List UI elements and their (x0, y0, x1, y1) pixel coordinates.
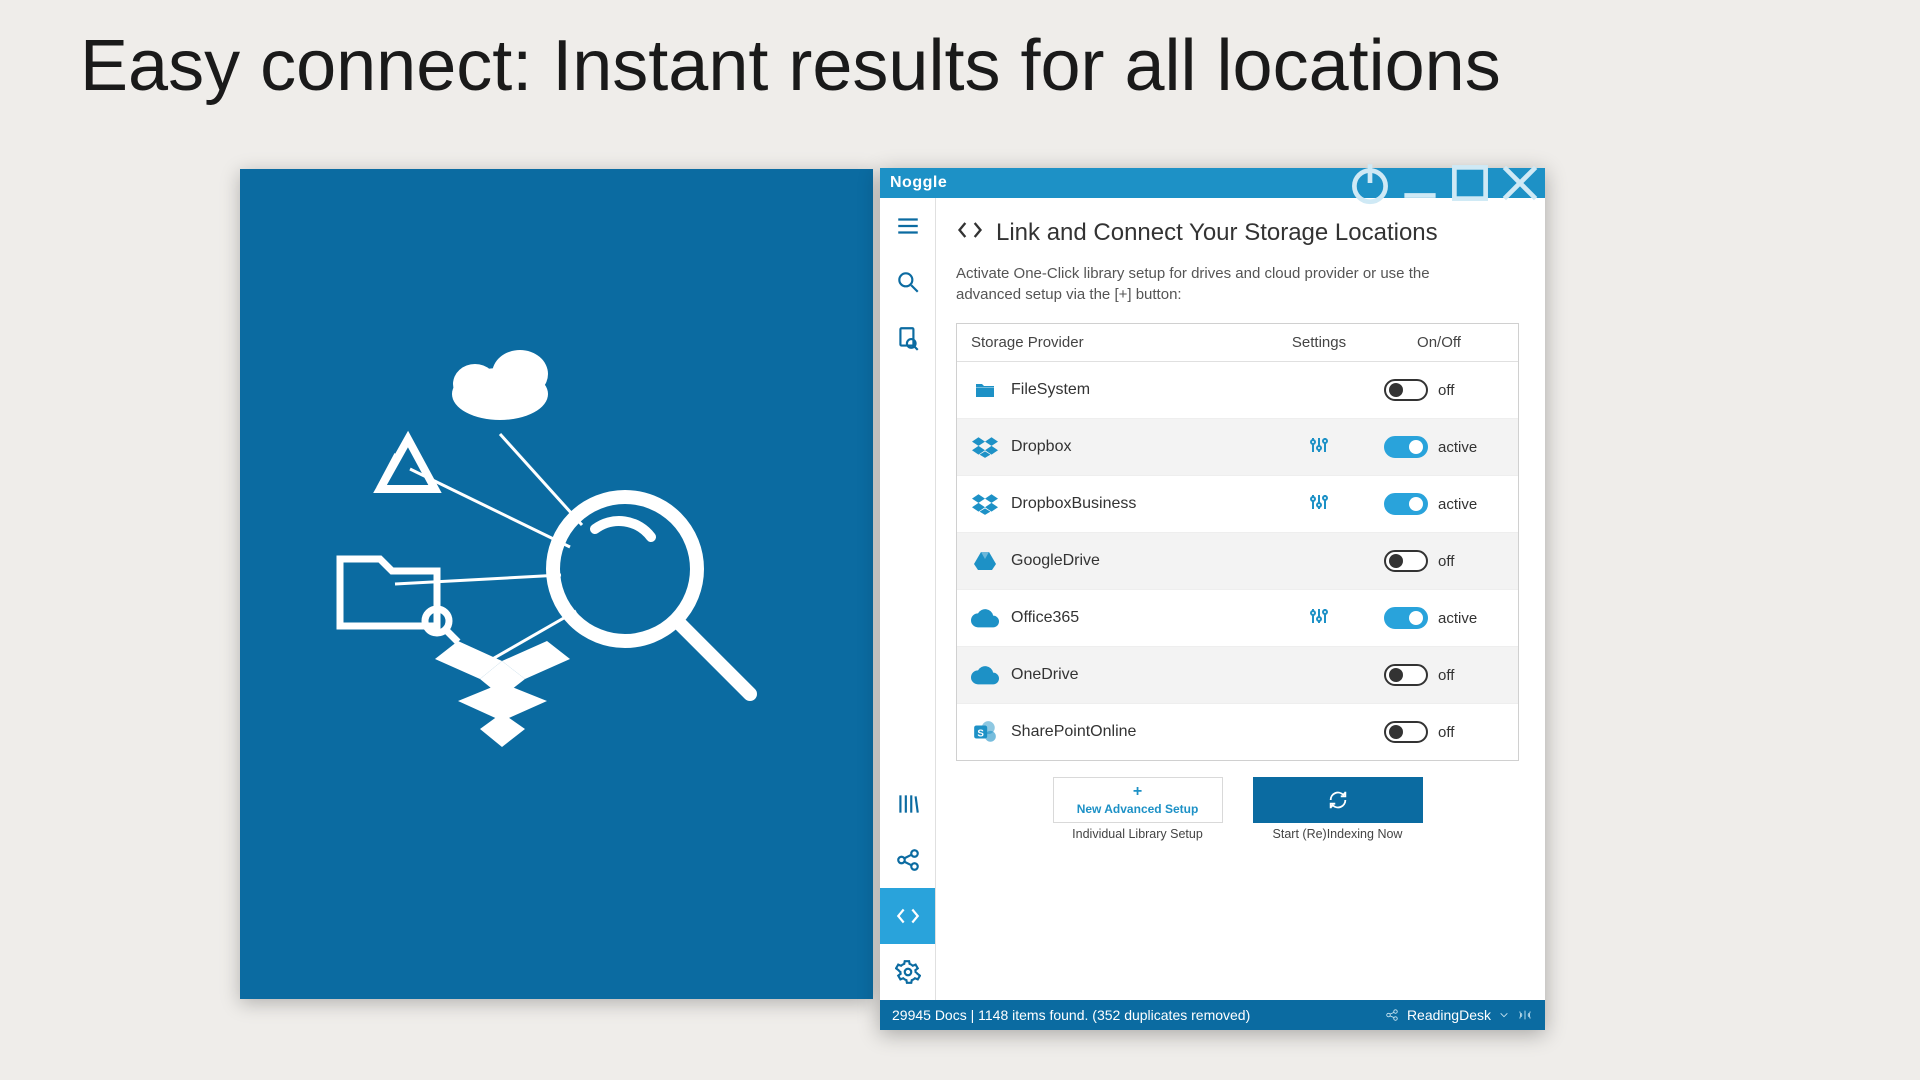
toggle-state-label: active (1438, 496, 1477, 513)
toggle-state-label: active (1438, 610, 1477, 627)
table-row: GoogleDrive off (957, 533, 1518, 590)
power-button[interactable] (1345, 168, 1395, 198)
chevron-down-icon[interactable] (1499, 1010, 1509, 1020)
illustration-panel (240, 169, 873, 999)
provider-name: Office365 (1011, 609, 1079, 627)
provider-toggle[interactable] (1384, 436, 1428, 458)
col-header-settings: Settings (1264, 334, 1374, 351)
cloud-icon (971, 661, 999, 689)
reindex-caption: Start (Re)Indexing Now (1273, 827, 1403, 841)
minimize-button[interactable] (1395, 168, 1445, 198)
col-header-onoff: On/Off (1374, 334, 1504, 351)
reindex-button[interactable] (1253, 777, 1423, 823)
table-row: FileSystem off (957, 362, 1518, 419)
status-right-label: ReadingDesk (1407, 1007, 1491, 1023)
new-advanced-setup-button[interactable]: + New Advanced Setup (1053, 777, 1223, 823)
status-text: 29945 Docs | 1148 items found. (352 dupl… (892, 1007, 1385, 1023)
sidebar-search[interactable] (880, 254, 935, 310)
sidebar-menu[interactable] (880, 198, 935, 254)
dropbox-icon (971, 490, 999, 518)
sidebar-settings[interactable] (880, 944, 935, 1000)
provider-name: SharePointOnline (1011, 723, 1136, 741)
signal-icon (1517, 1008, 1533, 1022)
provider-settings-button[interactable] (1264, 606, 1374, 631)
provider-toggle[interactable] (1384, 607, 1428, 629)
app-name: Noggle (890, 174, 947, 192)
provider-toggle[interactable] (1384, 721, 1428, 743)
googledrive-icon (971, 547, 999, 575)
slide-title: Easy connect: Instant results for all lo… (80, 25, 1501, 107)
table-row: S SharePointOnline off (957, 704, 1518, 760)
provider-table: Storage Provider Settings On/Off FileSys… (956, 323, 1519, 761)
sidebar-library[interactable] (880, 776, 935, 832)
sliders-icon (1309, 492, 1329, 517)
connect-graphic (240, 169, 873, 999)
sidebar-doc-search[interactable] (880, 310, 935, 366)
provider-toggle[interactable] (1384, 379, 1428, 401)
provider-settings-button[interactable] (1264, 492, 1374, 517)
table-row: DropboxBusiness active (957, 476, 1518, 533)
provider-name: Dropbox (1011, 438, 1071, 456)
toggle-state-label: off (1438, 553, 1454, 570)
table-row: OneDrive off (957, 647, 1518, 704)
toggle-state-label: off (1438, 382, 1454, 399)
table-row: Office365 active (957, 590, 1518, 647)
col-header-provider: Storage Provider (971, 334, 1264, 351)
new-setup-caption: Individual Library Setup (1072, 827, 1203, 841)
sliders-icon (1309, 606, 1329, 631)
provider-name: DropboxBusiness (1011, 495, 1136, 513)
table-row: Dropbox active (957, 419, 1518, 476)
close-button[interactable] (1495, 168, 1545, 198)
table-header: Storage Provider Settings On/Off (957, 324, 1518, 362)
provider-name: OneDrive (1011, 666, 1079, 684)
network-icon (1385, 1008, 1399, 1022)
main-panel: Link and Connect Your Storage Locations … (936, 198, 1545, 1000)
toggle-state-label: active (1438, 439, 1477, 456)
toggle-state-label: off (1438, 724, 1454, 741)
provider-toggle[interactable] (1384, 664, 1428, 686)
connect-icon (956, 216, 984, 249)
sidebar-connect[interactable] (880, 888, 935, 944)
page-description: Activate One-Click library setup for dri… (956, 263, 1476, 305)
sidebar-share[interactable] (880, 832, 935, 888)
sharepoint-icon: S (971, 718, 999, 746)
folder-icon (971, 376, 999, 404)
provider-name: GoogleDrive (1011, 552, 1100, 570)
provider-settings-button[interactable] (1264, 435, 1374, 460)
plus-icon: + (1133, 784, 1142, 800)
app-window: Noggle Link and Connect Your Storage Loc… (880, 168, 1545, 1030)
new-setup-label: New Advanced Setup (1077, 802, 1199, 816)
maximize-button[interactable] (1445, 168, 1495, 198)
status-bar: 29945 Docs | 1148 items found. (352 dupl… (880, 1000, 1545, 1030)
provider-toggle[interactable] (1384, 493, 1428, 515)
titlebar: Noggle (880, 168, 1545, 198)
provider-name: FileSystem (1011, 381, 1090, 399)
svg-text:S: S (977, 728, 984, 739)
sidebar (880, 198, 936, 1000)
page-title: Link and Connect Your Storage Locations (996, 219, 1438, 247)
provider-toggle[interactable] (1384, 550, 1428, 572)
dropbox-icon (971, 433, 999, 461)
toggle-state-label: off (1438, 667, 1454, 684)
sliders-icon (1309, 435, 1329, 460)
cloud-icon (971, 604, 999, 632)
